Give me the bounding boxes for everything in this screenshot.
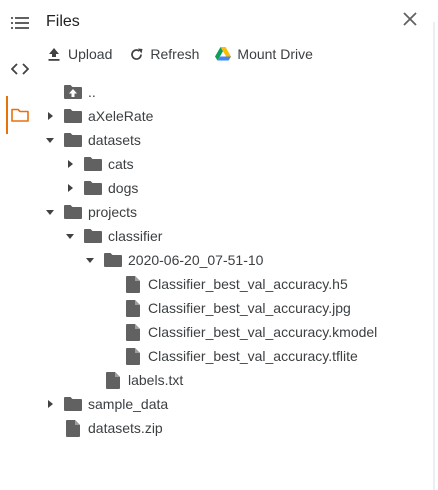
tree-item-label: projects xyxy=(88,204,138,220)
folder-icon xyxy=(104,251,122,269)
folder-icon xyxy=(64,131,82,149)
tree-item-label: Classifier_best_val_accuracy.jpg xyxy=(148,300,351,316)
file-icon xyxy=(124,299,142,317)
chevron-down-icon[interactable] xyxy=(44,134,56,146)
file-row[interactable]: labels.txt xyxy=(84,368,183,392)
files-toolbar: Upload Refresh Mount Drive xyxy=(46,44,329,64)
tree-item-label: datasets xyxy=(88,132,141,148)
file-row[interactable]: Classifier_best_val_accuracy.tflite xyxy=(104,344,358,368)
google-drive-icon xyxy=(215,46,232,62)
tree-item-label: 2020-06-20_07-51-10 xyxy=(128,252,264,268)
refresh-icon xyxy=(128,46,144,62)
folder-icon xyxy=(64,107,82,125)
parent-dir-row[interactable]: .. xyxy=(44,80,96,104)
upload-icon xyxy=(46,46,62,62)
folder-row[interactable]: projects xyxy=(44,200,137,224)
folder-icon xyxy=(84,227,102,245)
chevron-right-icon[interactable] xyxy=(64,158,76,170)
file-row[interactable]: Classifier_best_val_accuracy.jpg xyxy=(104,296,351,320)
tree-item-label: Classifier_best_val_accuracy.tflite xyxy=(148,348,358,364)
refresh-button[interactable]: Refresh xyxy=(128,46,199,62)
tree-item-label: Classifier_best_val_accuracy.kmodel xyxy=(148,324,378,340)
left-icon-rail xyxy=(0,0,40,490)
folder-icon xyxy=(64,395,82,413)
panel-edge xyxy=(433,22,435,490)
file-icon xyxy=(64,419,82,437)
tree-item-label: aXeleRate xyxy=(88,108,154,124)
chevron-right-icon[interactable] xyxy=(44,398,56,410)
file-icon xyxy=(104,371,122,389)
tree-item-label: Classifier_best_val_accuracy.h5 xyxy=(148,276,348,292)
file-icon xyxy=(124,347,142,365)
upload-button[interactable]: Upload xyxy=(46,46,112,62)
mount-drive-button[interactable]: Mount Drive xyxy=(215,46,313,62)
tree-item-label: .. xyxy=(88,84,96,100)
upload-label: Upload xyxy=(68,46,113,62)
chevron-right-icon[interactable] xyxy=(64,182,76,194)
files-panel: Files Upload Refresh Mount Drive .. aXel… xyxy=(0,0,438,490)
folder-row[interactable]: 2020-06-20_07-51-10 xyxy=(84,248,263,272)
chevron-down-icon[interactable] xyxy=(44,206,56,218)
folder-row[interactable]: sample_data xyxy=(44,392,168,416)
tree-item-label: labels.txt xyxy=(128,372,184,388)
file-icon xyxy=(124,275,142,293)
file-row[interactable]: datasets.zip xyxy=(44,416,163,440)
tree-item-label: cats xyxy=(108,156,134,172)
tree-item-label: datasets.zip xyxy=(88,420,163,436)
chevron-down-icon[interactable] xyxy=(64,230,76,242)
parent-folder-icon xyxy=(64,83,82,101)
file-row[interactable]: Classifier_best_val_accuracy.kmodel xyxy=(104,320,377,344)
folder-panel-icon[interactable] xyxy=(8,103,32,127)
file-icon xyxy=(124,323,142,341)
chevron-down-icon[interactable] xyxy=(84,254,96,266)
menu-icon[interactable] xyxy=(8,11,32,35)
close-icon[interactable] xyxy=(399,8,421,30)
refresh-label: Refresh xyxy=(150,46,200,62)
chevron-right-icon[interactable] xyxy=(44,110,56,122)
folder-row[interactable]: classifier xyxy=(64,224,162,248)
code-icon[interactable] xyxy=(8,57,32,81)
folder-row[interactable]: cats xyxy=(64,152,134,176)
folder-row[interactable]: datasets xyxy=(44,128,141,152)
mount-drive-label: Mount Drive xyxy=(237,46,313,62)
file-row[interactable]: Classifier_best_val_accuracy.h5 xyxy=(104,272,348,296)
panel-title: Files xyxy=(46,13,80,30)
folder-row[interactable]: aXeleRate xyxy=(44,104,153,128)
folder-icon xyxy=(84,155,102,173)
tree-item-label: classifier xyxy=(108,228,163,244)
folder-icon xyxy=(64,203,82,221)
tree-item-label: dogs xyxy=(108,180,139,196)
folder-icon xyxy=(84,179,102,197)
tree-item-label: sample_data xyxy=(88,396,169,412)
folder-row[interactable]: dogs xyxy=(64,176,138,200)
